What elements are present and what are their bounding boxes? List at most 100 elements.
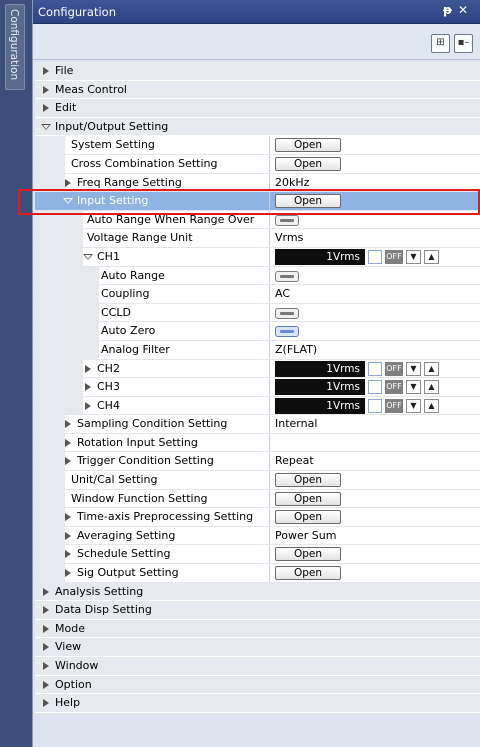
- ch1-range-down-button[interactable]: ▼: [406, 249, 421, 264]
- voltage-range-unit-value[interactable]: Vrms: [275, 229, 303, 247]
- close-icon[interactable]: ✕: [458, 3, 474, 17]
- ch1-range-up-button[interactable]: ▲: [424, 249, 439, 264]
- panel-title: Configuration: [38, 5, 116, 19]
- expand-arrow-icon[interactable]: [43, 643, 49, 652]
- ch3-range-control: 1Vrms OFF ▼ ▲: [275, 379, 439, 396]
- cross-combination-open-button[interactable]: Open: [275, 156, 341, 171]
- schedule-open-button[interactable]: Open: [275, 547, 341, 562]
- unit-cal-open-button[interactable]: Open: [275, 473, 341, 488]
- ch4-range-down-button[interactable]: ▼: [406, 398, 421, 413]
- row-sampling-condition-setting[interactable]: Sampling Condition Setting Internal: [35, 415, 480, 434]
- row-averaging-setting[interactable]: Averaging Setting Power Sum: [35, 526, 480, 546]
- ch1-range-control: 1Vrms OFF ▼ ▲: [275, 248, 439, 265]
- ch2-checkbox[interactable]: [368, 361, 382, 376]
- row-input-setting[interactable]: Input Setting Open: [35, 192, 480, 211]
- expand-arrow-icon[interactable]: [65, 178, 71, 187]
- ch2-off-indicator: OFF: [385, 361, 403, 376]
- collapse-arrow-icon[interactable]: [83, 253, 93, 260]
- expand-arrow-icon[interactable]: [43, 104, 49, 113]
- category-help[interactable]: Help: [35, 694, 480, 713]
- row-ch4[interactable]: CH4 1Vrms OFF ▼ ▲: [35, 396, 480, 416]
- categorized-view-icon[interactable]: ⊞: [431, 34, 450, 53]
- ch4-checkbox[interactable]: [368, 398, 382, 413]
- expand-arrow-icon[interactable]: [43, 680, 49, 689]
- category-edit[interactable]: Edit: [35, 99, 480, 118]
- expand-arrow-icon[interactable]: [65, 531, 71, 540]
- ch2-range-down-button[interactable]: ▼: [406, 361, 421, 376]
- sampling-value[interactable]: Internal: [275, 415, 317, 433]
- ch1-range-display[interactable]: 1Vrms: [275, 248, 365, 265]
- row-rotation-input-setting[interactable]: Rotation Input Setting: [35, 433, 480, 453]
- ch3-off-indicator: OFF: [385, 380, 403, 395]
- system-setting-open-button[interactable]: Open: [275, 138, 341, 153]
- expand-arrow-icon[interactable]: [65, 420, 71, 429]
- category-analysis-setting[interactable]: Analysis Setting: [35, 582, 480, 602]
- auto-range-toggle[interactable]: [275, 270, 299, 282]
- time-axis-open-button[interactable]: Open: [275, 510, 341, 525]
- row-unit-cal-setting: Unit/Cal Setting Open: [35, 471, 480, 490]
- expand-arrow-icon[interactable]: [43, 662, 49, 670]
- category-meas-control[interactable]: Meas Control: [35, 80, 480, 100]
- row-trigger-condition-setting[interactable]: Trigger Condition Setting Repeat: [35, 452, 480, 472]
- ch4-range-up-button[interactable]: ▲: [424, 398, 439, 413]
- ch4-range-display[interactable]: 1Vrms: [275, 397, 365, 414]
- category-view[interactable]: View: [35, 638, 480, 657]
- row-ch2[interactable]: CH2 1Vrms OFF ▼ ▲: [35, 359, 480, 379]
- ch1-off-indicator: OFF: [385, 249, 403, 264]
- expand-arrow-icon[interactable]: [85, 401, 91, 410]
- window-function-open-button[interactable]: Open: [275, 491, 341, 506]
- configuration-panel: Configuration ᵽ✕ ⊞ ▪– File Meas Control …: [32, 0, 480, 747]
- collapse-arrow-icon[interactable]: [41, 123, 51, 130]
- expand-arrow-icon[interactable]: [43, 587, 49, 596]
- expand-arrow-icon[interactable]: [43, 85, 49, 94]
- expand-arrow-icon[interactable]: [43, 699, 49, 708]
- coupling-value[interactable]: AC: [275, 285, 290, 303]
- ch1-checkbox[interactable]: [368, 249, 382, 264]
- category-input-output-setting[interactable]: Input/Output Setting: [35, 117, 480, 137]
- row-sig-output-setting[interactable]: Sig Output Setting Open: [35, 564, 480, 583]
- expand-arrow-icon[interactable]: [65, 457, 71, 466]
- row-time-axis-preprocessing-setting[interactable]: Time-axis Preprocessing Setting Open: [35, 508, 480, 527]
- ccld-toggle[interactable]: [275, 307, 299, 319]
- collapse-icon[interactable]: ▪–: [454, 34, 473, 53]
- expand-arrow-icon[interactable]: [65, 438, 71, 447]
- expand-arrow-icon[interactable]: [43, 606, 49, 615]
- category-option[interactable]: Option: [35, 675, 480, 695]
- expand-arrow-icon[interactable]: [43, 67, 49, 75]
- averaging-value[interactable]: Power Sum: [275, 527, 336, 545]
- pin-icon[interactable]: ᵽ: [443, 3, 458, 17]
- row-ccld: CCLD: [35, 303, 480, 323]
- ch3-range-down-button[interactable]: ▼: [406, 380, 421, 395]
- sig-output-open-button[interactable]: Open: [275, 566, 341, 581]
- category-data-disp-setting[interactable]: Data Disp Setting: [35, 601, 480, 620]
- row-freq-range-setting[interactable]: Freq Range Setting 20kHz: [35, 173, 480, 193]
- auto-range-over-toggle[interactable]: [275, 214, 299, 226]
- expand-arrow-icon[interactable]: [85, 364, 91, 373]
- category-window[interactable]: Window: [35, 657, 480, 676]
- expand-arrow-icon[interactable]: [43, 624, 49, 633]
- configuration-side-tab[interactable]: Configuration: [5, 4, 25, 90]
- freq-range-value[interactable]: 20kHz: [275, 174, 309, 192]
- row-schedule-setting[interactable]: Schedule Setting Open: [35, 545, 480, 565]
- analog-filter-value[interactable]: Z(FLAT): [275, 341, 317, 359]
- expand-arrow-icon[interactable]: [65, 550, 71, 559]
- expand-arrow-icon[interactable]: [65, 569, 71, 578]
- category-mode[interactable]: Mode: [35, 619, 480, 639]
- row-ch3[interactable]: CH3 1Vrms OFF ▼ ▲: [35, 378, 480, 397]
- expand-arrow-icon[interactable]: [85, 383, 91, 392]
- auto-zero-toggle[interactable]: [275, 326, 299, 338]
- ch3-checkbox[interactable]: [368, 380, 382, 395]
- row-auto-range: Auto Range: [35, 266, 480, 286]
- category-file[interactable]: File: [35, 62, 480, 81]
- expand-arrow-icon[interactable]: [65, 513, 71, 522]
- input-setting-open-button[interactable]: Open: [275, 194, 341, 209]
- row-analog-filter: Analog Filter Z(FLAT): [35, 340, 480, 360]
- trigger-value[interactable]: Repeat: [275, 452, 314, 470]
- row-ch1[interactable]: CH1 1Vrms OFF ▼ ▲: [35, 247, 480, 267]
- ch3-range-display[interactable]: 1Vrms: [275, 379, 365, 396]
- ch2-range-up-button[interactable]: ▲: [424, 361, 439, 376]
- ch3-range-up-button[interactable]: ▲: [424, 380, 439, 395]
- titlebar-buttons: ᵽ✕: [443, 3, 474, 17]
- collapse-arrow-icon[interactable]: [63, 198, 73, 205]
- ch2-range-display[interactable]: 1Vrms: [275, 360, 365, 377]
